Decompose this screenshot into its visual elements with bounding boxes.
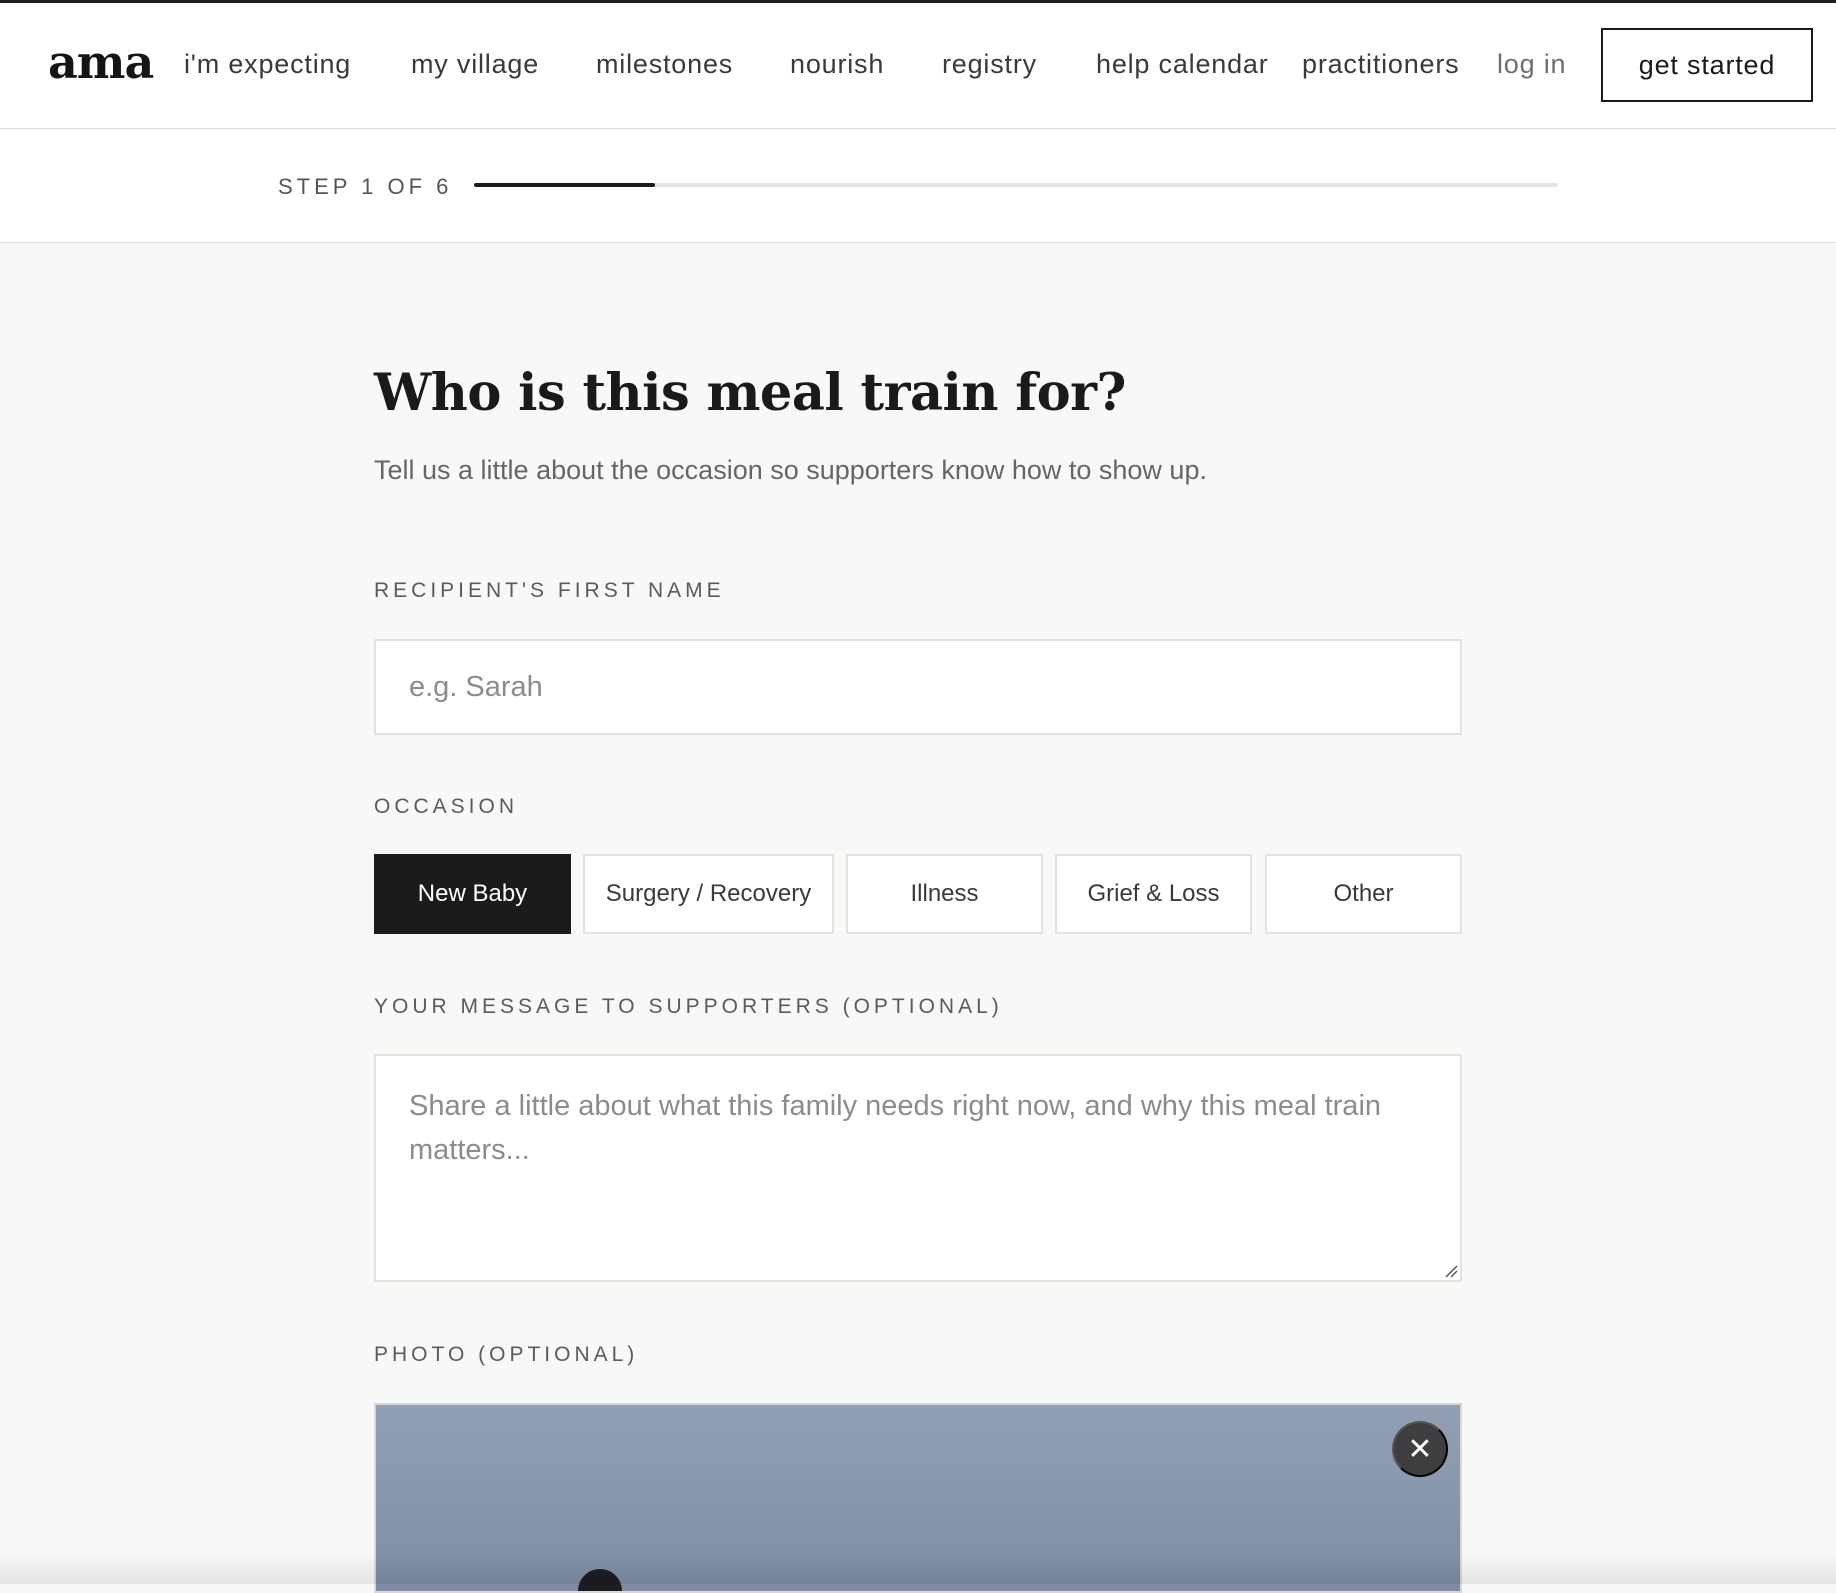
nav-registry[interactable]: registry	[942, 49, 1037, 80]
occasion-grief-loss[interactable]: Grief & Loss	[1055, 854, 1252, 934]
site-header: ama i'm expecting my village milestones …	[0, 3, 1836, 129]
progress-track	[474, 183, 1558, 187]
resize-handle-icon[interactable]	[1444, 1264, 1458, 1278]
message-textarea[interactable]	[374, 1054, 1462, 1282]
message-label: YOUR MESSAGE TO SUPPORTERS (OPTIONAL)	[374, 995, 1003, 1018]
photo-label: PHOTO (OPTIONAL)	[374, 1343, 639, 1366]
nav-help-calendar[interactable]: help calendar	[1096, 49, 1269, 80]
nav-im-expecting[interactable]: i'm expecting	[184, 49, 351, 80]
occasion-new-baby[interactable]: New Baby	[374, 854, 571, 934]
page-title: Who is this meal train for?	[374, 363, 1126, 423]
occasion-illness[interactable]: Illness	[846, 854, 1043, 934]
progress-fill	[474, 183, 655, 187]
nav-practitioners[interactable]: practitioners	[1302, 49, 1459, 80]
remove-photo-button[interactable]: ✕	[1392, 1421, 1448, 1477]
step-indicator: STEP 1 OF 6	[278, 174, 453, 199]
occasion-other[interactable]: Other	[1265, 854, 1462, 934]
get-started-button[interactable]: get started	[1601, 28, 1813, 102]
login-link[interactable]: log in	[1497, 49, 1566, 80]
nav-milestones[interactable]: milestones	[596, 49, 733, 80]
recipient-name-input[interactable]	[374, 639, 1462, 735]
nav-my-village[interactable]: my village	[411, 49, 539, 80]
occasion-options: New Baby Surgery / Recovery Illness Grie…	[374, 854, 1462, 934]
bottom-shadow	[0, 1552, 1836, 1584]
recipient-name-label: RECIPIENT'S FIRST NAME	[374, 579, 725, 602]
step-progress-bar: STEP 1 OF 6	[0, 130, 1836, 243]
occasion-surgery-recovery[interactable]: Surgery / Recovery	[583, 854, 834, 934]
occasion-label: OCCASION	[374, 795, 519, 818]
nav-nourish[interactable]: nourish	[790, 49, 884, 80]
page-subtitle: Tell us a little about the occasion so s…	[374, 455, 1207, 485]
site-logo[interactable]: ama	[48, 35, 154, 89]
close-icon: ✕	[1407, 1432, 1433, 1466]
